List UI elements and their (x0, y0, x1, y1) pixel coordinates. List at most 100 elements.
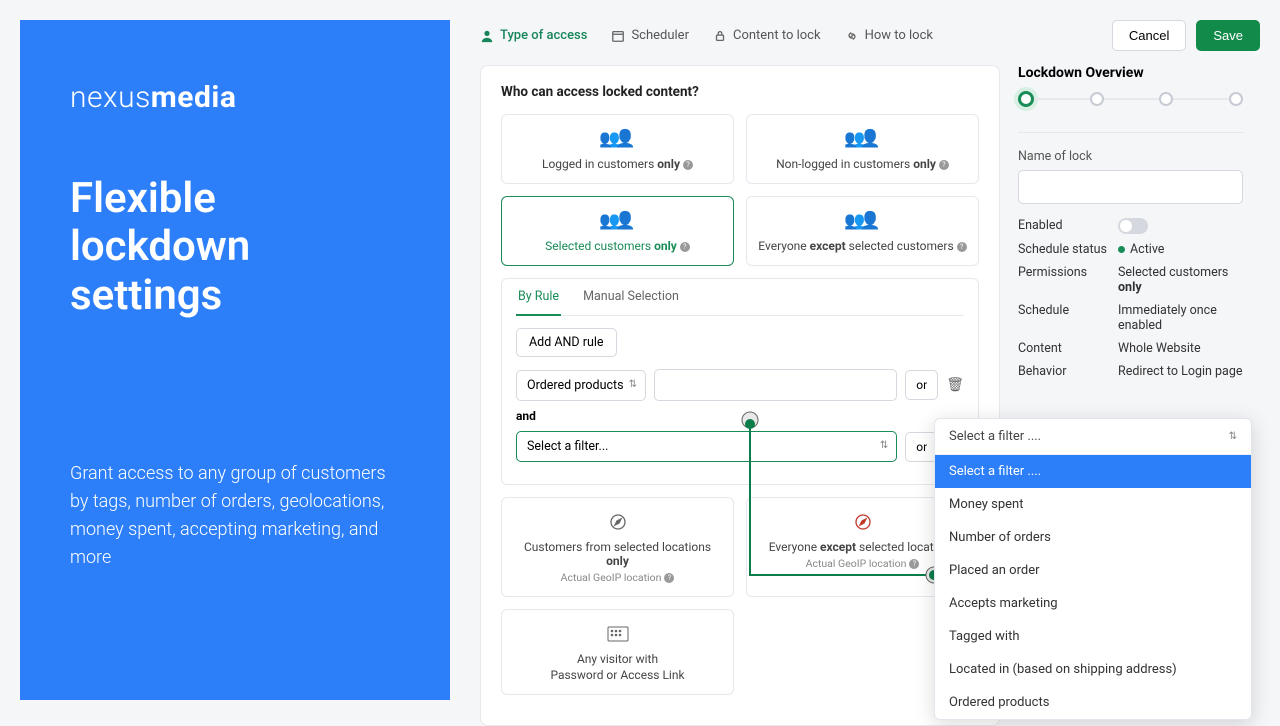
dropdown-option-tagged-with[interactable]: Tagged with (935, 620, 1251, 653)
tab-label: Scheduler (631, 28, 689, 43)
card-label-text: Selected customers (545, 239, 654, 253)
card-sublabel: Actual GeoIP location (806, 557, 907, 570)
info-icon[interactable]: ? (939, 160, 949, 170)
behavior-label: Behavior (1018, 364, 1118, 379)
card-selected-locations[interactable]: Customers from selected locations only A… (501, 497, 734, 597)
save-button[interactable]: Save (1196, 20, 1260, 51)
schedule-status-value: Active (1130, 242, 1164, 257)
divider (1018, 125, 1243, 133)
progress-steps (1018, 91, 1243, 107)
tab-how-to-lock[interactable]: How to lock (845, 28, 933, 43)
card-label-text: Everyone (769, 540, 820, 554)
card-label-line1: Any visitor with (512, 652, 723, 666)
tab-type-of-access[interactable]: Type of access (480, 28, 587, 43)
dropdown-option-number-of-orders[interactable]: Number of orders (935, 521, 1251, 554)
subtab-by-rule[interactable]: By Rule (516, 279, 561, 316)
select-value: Ordered products (527, 378, 624, 393)
card-label-bold: only (657, 157, 680, 171)
enabled-label: Enabled (1018, 218, 1118, 234)
name-of-lock-input[interactable] (1018, 170, 1243, 204)
name-of-lock-label: Name of lock (1018, 149, 1243, 164)
tab-label: Content to lock (733, 28, 821, 43)
promo-subtext: Grant access to any group of customers b… (70, 460, 400, 572)
dropdown-header-text: Select a filter .... (949, 429, 1041, 444)
status-dot-icon (1118, 246, 1125, 253)
card-label-text: Everyone (758, 239, 809, 253)
or-button[interactable]: or (905, 370, 938, 400)
tab-label: Type of access (500, 28, 587, 43)
card-everyone-except[interactable]: 👥👤 Everyone except selected customers? (746, 196, 979, 266)
people-icon: 👥👤 (512, 129, 723, 149)
card-password-access-link[interactable]: Any visitor with Password or Access Link (501, 609, 734, 695)
info-icon[interactable]: ? (957, 242, 967, 252)
card-label-bold: only (606, 554, 629, 568)
add-and-rule-button[interactable]: Add AND rule (516, 328, 617, 357)
dropdown-option-money-spent[interactable]: Money spent (935, 488, 1251, 521)
dropdown-option-accepts-marketing[interactable]: Accepts marketing (935, 587, 1251, 620)
logo-light: nexus (70, 80, 151, 115)
overview-sidebar: Lockdown Overview Name of lock Enabled S… (1018, 65, 1243, 387)
card-label-bold: except (810, 239, 846, 253)
card-label-line2: Password or Access Link (512, 668, 723, 682)
card-logged-in[interactable]: 👥👤 Logged in customers only? (501, 114, 734, 184)
card-label-bold: only (654, 239, 677, 253)
info-icon[interactable]: ? (664, 573, 674, 583)
step-tabs: Type of access Scheduler Content to lock… (480, 28, 933, 43)
chevron-updown-icon: ⇅ (1229, 431, 1237, 442)
card-non-logged-in[interactable]: 👥👤 Non-logged in customers only? (746, 114, 979, 184)
enabled-toggle[interactable] (1118, 218, 1148, 234)
person-icon (480, 29, 494, 43)
link-icon (845, 29, 859, 43)
chevron-updown-icon: ⇅ (880, 440, 888, 451)
step-dot-2 (1090, 92, 1104, 106)
card-label-text: Non-logged in customers (776, 157, 913, 171)
logo: nexusmedia (70, 80, 400, 115)
permissions-value-bold: only (1118, 280, 1142, 295)
dropdown-header[interactable]: Select a filter .... ⇅ (935, 419, 1251, 455)
dropdown-option-select[interactable]: Select a filter .... (935, 455, 1251, 488)
filter-dropdown: Select a filter .... ⇅ Select a filter ..… (934, 418, 1252, 720)
filter-value-input-1[interactable] (654, 369, 897, 401)
schedule-status-label: Schedule status (1018, 242, 1118, 257)
compass-icon (512, 512, 723, 532)
info-icon[interactable]: ? (680, 242, 690, 252)
step-dot-1 (1018, 91, 1034, 107)
lock-icon (713, 29, 727, 43)
promo-panel: nexusmedia Flexible lockdown settings Gr… (20, 20, 450, 700)
access-config-card: Who can access locked content? 👥👤 Logged… (480, 65, 1000, 726)
people-icon: 👥👤 (757, 211, 968, 231)
chevron-updown-icon: ⇅ (629, 379, 637, 390)
promo-headline: Flexible lockdown settings (70, 175, 400, 320)
step-dot-4 (1229, 92, 1243, 106)
filter-select-1[interactable]: Ordered products ⇅ (516, 370, 646, 401)
cancel-button[interactable]: Cancel (1112, 20, 1186, 51)
content-value: Whole Website (1118, 341, 1243, 356)
overview-title: Lockdown Overview (1018, 65, 1243, 81)
tab-label: How to lock (865, 28, 933, 43)
and-label: and (516, 409, 964, 423)
tab-content-to-lock[interactable]: Content to lock (713, 28, 821, 43)
calendar-icon (611, 29, 625, 43)
tab-scheduler[interactable]: Scheduler (611, 28, 689, 43)
behavior-value: Redirect to Login page (1118, 364, 1243, 379)
permissions-value: Selected customers (1118, 265, 1228, 280)
card-selected-customers[interactable]: 👥👤 Selected customers only? (501, 196, 734, 266)
info-icon[interactable]: ? (683, 160, 693, 170)
select-placeholder: Select a filter... (527, 439, 608, 454)
logo-bold: media (151, 80, 237, 115)
card-label-bold: only (913, 157, 936, 171)
info-icon[interactable]: ? (909, 559, 919, 569)
dropdown-option-placed-order[interactable]: Placed an order (935, 554, 1251, 587)
delete-rule-icon[interactable]: 🗑 (946, 377, 964, 393)
filter-select-2[interactable]: Select a filter... ⇅ (516, 431, 897, 462)
step-dot-3 (1159, 92, 1173, 106)
section-title: Who can access locked content? (501, 84, 979, 100)
dropdown-option-ordered-products[interactable]: Ordered products (935, 686, 1251, 719)
content-label: Content (1018, 341, 1118, 356)
dropdown-option-located-in[interactable]: Located in (based on shipping address) (935, 653, 1251, 686)
keypad-icon (512, 624, 723, 644)
people-icon: 👥👤 (512, 211, 723, 231)
card-label-text: Logged in customers (542, 157, 657, 171)
people-icon: 👥👤 (757, 129, 968, 149)
subtab-manual[interactable]: Manual Selection (581, 279, 681, 315)
